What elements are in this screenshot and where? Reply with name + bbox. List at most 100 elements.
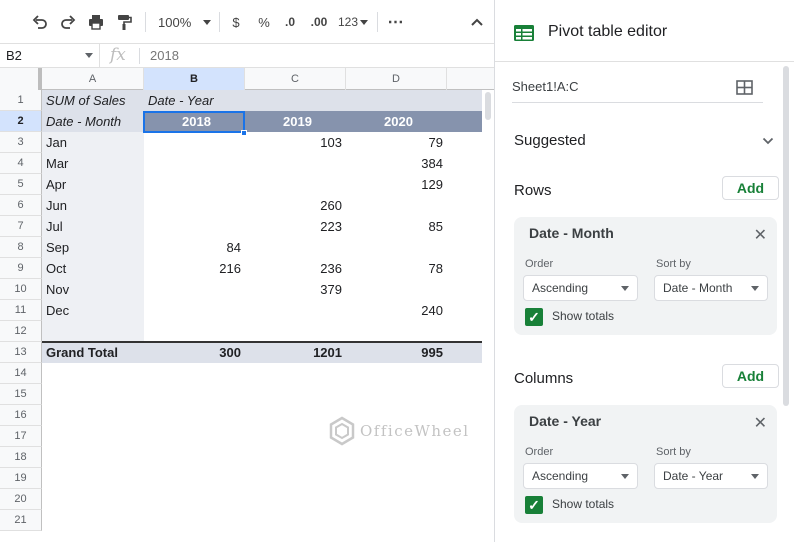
cell-a9[interactable]: Oct	[42, 258, 144, 279]
row-order-select[interactable]: Ascending	[523, 275, 638, 301]
cell-a8[interactable]: Sep	[42, 237, 144, 258]
row-header[interactable]: 13	[0, 342, 42, 363]
row-header[interactable]: 20	[0, 489, 42, 510]
select-range-grid-icon[interactable]	[736, 80, 753, 95]
cell-c18[interactable]	[245, 447, 346, 468]
panel-scrollbar[interactable]	[783, 66, 789, 406]
cell-c1[interactable]	[245, 90, 346, 111]
cell-b19[interactable]	[144, 468, 245, 489]
add-column-button[interactable]: Add	[722, 364, 779, 388]
cell-b17[interactable]	[144, 426, 245, 447]
cell-c8[interactable]	[245, 237, 346, 258]
cell-b20[interactable]	[144, 489, 245, 510]
cell-a14[interactable]	[42, 363, 144, 384]
row-header[interactable]: 19	[0, 468, 42, 489]
column-header-c[interactable]: C	[245, 68, 346, 90]
cell-a11[interactable]: Dec	[42, 300, 144, 321]
cell-d15[interactable]	[346, 384, 447, 405]
cell-b7[interactable]	[144, 216, 245, 237]
print-icon[interactable]	[84, 11, 108, 33]
column-header-b[interactable]: B	[144, 68, 245, 90]
cell-d20[interactable]	[346, 489, 447, 510]
cell-d10[interactable]	[346, 279, 447, 300]
add-row-button[interactable]: Add	[722, 176, 779, 200]
row-header[interactable]: 5	[0, 174, 42, 195]
column-order-select[interactable]: Ascending	[523, 463, 638, 489]
cell-a2[interactable]: Date - Month	[42, 111, 144, 132]
cell-c7[interactable]: 223	[245, 216, 346, 237]
cell-b10[interactable]	[144, 279, 245, 300]
cell-b9[interactable]: 216	[144, 258, 245, 279]
row-header[interactable]: 6	[0, 195, 42, 216]
row-header[interactable]: 15	[0, 384, 42, 405]
cell-a5[interactable]: Apr	[42, 174, 144, 195]
row-header[interactable]: 14	[0, 363, 42, 384]
row-header[interactable]: 2	[0, 111, 42, 132]
close-icon[interactable]: ✕	[754, 413, 767, 433]
cell-c15[interactable]	[245, 384, 346, 405]
cell-c20[interactable]	[245, 489, 346, 510]
cell-c4[interactable]	[245, 153, 346, 174]
cell-b2[interactable]: 2018	[144, 111, 245, 132]
cell-a18[interactable]	[42, 447, 144, 468]
zoom-select[interactable]: 100%	[154, 11, 212, 33]
row-header[interactable]: 10	[0, 279, 42, 300]
undo-icon[interactable]	[28, 11, 52, 33]
cell-c9[interactable]: 236	[245, 258, 346, 279]
cell-c13[interactable]: 1201	[245, 342, 346, 363]
cell-d3[interactable]: 79	[346, 132, 447, 153]
cell-b8[interactable]: 84	[144, 237, 245, 258]
select-all-corner[interactable]	[0, 68, 42, 90]
spreadsheet-grid[interactable]: A B C D 1 SUM of Sales Date - Year 2 Date - …	[0, 68, 494, 542]
decrease-decimal-button[interactable]: .0	[280, 11, 300, 33]
cell-c21[interactable]	[245, 510, 346, 531]
row-sortby-select[interactable]: Date - Month	[654, 275, 768, 301]
column-sortby-select[interactable]: Date - Year	[654, 463, 768, 489]
cell-a12[interactable]	[42, 321, 144, 342]
cell-a17[interactable]	[42, 426, 144, 447]
row-header[interactable]: 9	[0, 258, 42, 279]
cell-b5[interactable]	[144, 174, 245, 195]
column-header-e[interactable]	[447, 68, 494, 90]
cell-b4[interactable]	[144, 153, 245, 174]
cell-d7[interactable]: 85	[346, 216, 447, 237]
vertical-scrollbar[interactable]	[482, 90, 494, 542]
redo-icon[interactable]	[56, 11, 80, 33]
data-range-input[interactable]: Sheet1!A:C	[512, 79, 579, 94]
cell-a10[interactable]: Nov	[42, 279, 144, 300]
row-header[interactable]: 18	[0, 447, 42, 468]
row-header[interactable]: 16	[0, 405, 42, 426]
cell-b16[interactable]	[144, 405, 245, 426]
cell-a15[interactable]	[42, 384, 144, 405]
cell-d12[interactable]	[346, 321, 447, 342]
scrollbar-thumb[interactable]	[485, 92, 491, 120]
close-icon[interactable]: ✕	[754, 225, 767, 245]
fill-handle[interactable]	[241, 130, 247, 136]
cell-c14[interactable]	[245, 363, 346, 384]
cell-d14[interactable]	[346, 363, 447, 384]
cell-a4[interactable]: Mar	[42, 153, 144, 174]
cell-a6[interactable]: Jun	[42, 195, 144, 216]
cell-c19[interactable]	[245, 468, 346, 489]
more-options-icon[interactable]: ⋯	[384, 11, 406, 33]
row-header[interactable]: 11	[0, 300, 42, 321]
paint-format-icon[interactable]	[112, 11, 136, 33]
cell-b13[interactable]: 300	[144, 342, 245, 363]
cell-a19[interactable]	[42, 468, 144, 489]
row-header[interactable]: 3	[0, 132, 42, 153]
cell-d1[interactable]	[346, 90, 447, 111]
cell-c2[interactable]: 2019	[245, 111, 346, 132]
cell-d21[interactable]	[346, 510, 447, 531]
row-header[interactable]: 8	[0, 237, 42, 258]
cell-a16[interactable]	[42, 405, 144, 426]
cell-d4[interactable]: 384	[346, 153, 447, 174]
row-header[interactable]: 12	[0, 321, 42, 342]
cell-d8[interactable]	[346, 237, 447, 258]
cell-c11[interactable]	[245, 300, 346, 321]
cell-a7[interactable]: Jul	[42, 216, 144, 237]
cell-b15[interactable]	[144, 384, 245, 405]
row-header[interactable]: 17	[0, 426, 42, 447]
row-show-totals-checkbox[interactable]: ✓	[525, 308, 543, 326]
cell-a21[interactable]	[42, 510, 144, 531]
cell-b14[interactable]	[144, 363, 245, 384]
